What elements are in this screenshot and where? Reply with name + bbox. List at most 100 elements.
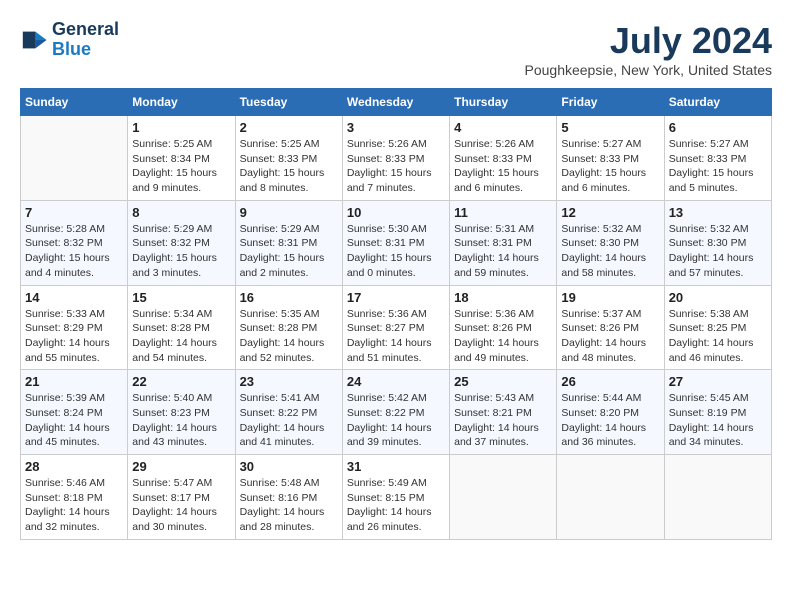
day-info: Sunrise: 5:27 AM Sunset: 8:33 PM Dayligh… (669, 137, 767, 196)
calendar-cell: 16 Sunrise: 5:35 AM Sunset: 8:28 PM Dayli… (235, 285, 342, 370)
day-info: Sunrise: 5:28 AM Sunset: 8:32 PM Dayligh… (25, 222, 123, 281)
calendar-cell: 5 Sunrise: 5:27 AM Sunset: 8:33 PM Daylig… (557, 116, 664, 201)
day-info: Sunrise: 5:49 AM Sunset: 8:15 PM Dayligh… (347, 476, 445, 535)
header-wednesday: Wednesday (342, 89, 449, 116)
calendar-cell: 24 Sunrise: 5:42 AM Sunset: 8:22 PM Dayli… (342, 370, 449, 455)
day-number: 1 (132, 120, 230, 135)
day-number: 24 (347, 374, 445, 389)
day-info: Sunrise: 5:25 AM Sunset: 8:33 PM Dayligh… (240, 137, 338, 196)
day-number: 20 (669, 290, 767, 305)
day-info: Sunrise: 5:39 AM Sunset: 8:24 PM Dayligh… (25, 391, 123, 450)
calendar-cell: 18 Sunrise: 5:36 AM Sunset: 8:26 PM Dayli… (450, 285, 557, 370)
calendar-cell: 26 Sunrise: 5:44 AM Sunset: 8:20 PM Dayli… (557, 370, 664, 455)
calendar-week-5: 28 Sunrise: 5:46 AM Sunset: 8:18 PM Dayli… (21, 455, 772, 540)
calendar-cell: 9Sunrise: 5:29 AM Sunset: 8:31 PM Daylig… (235, 200, 342, 285)
day-number: 21 (25, 374, 123, 389)
day-number: 18 (454, 290, 552, 305)
day-info: Sunrise: 5:43 AM Sunset: 8:21 PM Dayligh… (454, 391, 552, 450)
day-info: Sunrise: 5:36 AM Sunset: 8:27 PM Dayligh… (347, 307, 445, 366)
day-info: Sunrise: 5:26 AM Sunset: 8:33 PM Dayligh… (347, 137, 445, 196)
day-info: Sunrise: 5:29 AM Sunset: 8:31 PM Dayligh… (240, 222, 338, 281)
calendar-cell: 14Sunrise: 5:33 AM Sunset: 8:29 PM Dayli… (21, 285, 128, 370)
logo-blue: Blue (52, 39, 91, 59)
calendar-cell (557, 455, 664, 540)
calendar-cell: 17 Sunrise: 5:36 AM Sunset: 8:27 PM Dayli… (342, 285, 449, 370)
calendar-week-3: 14Sunrise: 5:33 AM Sunset: 8:29 PM Dayli… (21, 285, 772, 370)
day-number: 11 (454, 205, 552, 220)
header-sunday: Sunday (21, 89, 128, 116)
calendar-cell: 10 Sunrise: 5:30 AM Sunset: 8:31 PM Dayli… (342, 200, 449, 285)
calendar-cell: 1Sunrise: 5:25 AM Sunset: 8:34 PM Daylig… (128, 116, 235, 201)
calendar-cell: 23Sunrise: 5:41 AM Sunset: 8:22 PM Dayli… (235, 370, 342, 455)
header-friday: Friday (557, 89, 664, 116)
day-number: 30 (240, 459, 338, 474)
day-number: 7 (25, 205, 123, 220)
day-info: Sunrise: 5:48 AM Sunset: 8:16 PM Dayligh… (240, 476, 338, 535)
day-number: 31 (347, 459, 445, 474)
calendar-cell (450, 455, 557, 540)
day-info: Sunrise: 5:44 AM Sunset: 8:20 PM Dayligh… (561, 391, 659, 450)
day-number: 17 (347, 290, 445, 305)
day-number: 27 (669, 374, 767, 389)
day-info: Sunrise: 5:45 AM Sunset: 8:19 PM Dayligh… (669, 391, 767, 450)
day-info: Sunrise: 5:26 AM Sunset: 8:33 PM Dayligh… (454, 137, 552, 196)
day-number: 29 (132, 459, 230, 474)
day-info: Sunrise: 5:35 AM Sunset: 8:28 PM Dayligh… (240, 307, 338, 366)
calendar-cell: 21 Sunrise: 5:39 AM Sunset: 8:24 PM Dayli… (21, 370, 128, 455)
calendar-cell: 7 Sunrise: 5:28 AM Sunset: 8:32 PM Daylig… (21, 200, 128, 285)
page-header: General Blue July 2024 Poughkeepsie, New… (20, 20, 772, 78)
day-number: 26 (561, 374, 659, 389)
calendar-cell: 11Sunrise: 5:31 AM Sunset: 8:31 PM Dayli… (450, 200, 557, 285)
calendar-header-row: SundayMondayTuesdayWednesdayThursdayFrid… (21, 89, 772, 116)
calendar-week-4: 21 Sunrise: 5:39 AM Sunset: 8:24 PM Dayli… (21, 370, 772, 455)
day-info: Sunrise: 5:38 AM Sunset: 8:25 PM Dayligh… (669, 307, 767, 366)
day-number: 25 (454, 374, 552, 389)
day-number: 5 (561, 120, 659, 135)
day-number: 2 (240, 120, 338, 135)
day-info: Sunrise: 5:34 AM Sunset: 8:28 PM Dayligh… (132, 307, 230, 366)
day-number: 28 (25, 459, 123, 474)
calendar-week-1: 1Sunrise: 5:25 AM Sunset: 8:34 PM Daylig… (21, 116, 772, 201)
day-number: 15 (132, 290, 230, 305)
calendar-cell: 30 Sunrise: 5:48 AM Sunset: 8:16 PM Dayli… (235, 455, 342, 540)
header-thursday: Thursday (450, 89, 557, 116)
day-info: Sunrise: 5:32 AM Sunset: 8:30 PM Dayligh… (669, 222, 767, 281)
calendar-cell: 4 Sunrise: 5:26 AM Sunset: 8:33 PM Daylig… (450, 116, 557, 201)
title-block: July 2024 Poughkeepsie, New York, United… (525, 20, 773, 78)
calendar-cell: 2 Sunrise: 5:25 AM Sunset: 8:33 PM Daylig… (235, 116, 342, 201)
calendar-cell: 28 Sunrise: 5:46 AM Sunset: 8:18 PM Dayli… (21, 455, 128, 540)
day-number: 19 (561, 290, 659, 305)
logo: General Blue (20, 20, 119, 60)
day-info: Sunrise: 5:46 AM Sunset: 8:18 PM Dayligh… (25, 476, 123, 535)
day-number: 10 (347, 205, 445, 220)
day-number: 8 (132, 205, 230, 220)
day-info: Sunrise: 5:42 AM Sunset: 8:22 PM Dayligh… (347, 391, 445, 450)
day-number: 14 (25, 290, 123, 305)
day-info: Sunrise: 5:29 AM Sunset: 8:32 PM Dayligh… (132, 222, 230, 281)
calendar-cell (21, 116, 128, 201)
logo-icon (20, 26, 48, 54)
day-info: Sunrise: 5:40 AM Sunset: 8:23 PM Dayligh… (132, 391, 230, 450)
day-info: Sunrise: 5:32 AM Sunset: 8:30 PM Dayligh… (561, 222, 659, 281)
calendar-cell: 31 Sunrise: 5:49 AM Sunset: 8:15 PM Dayli… (342, 455, 449, 540)
logo-text: General Blue (52, 20, 119, 60)
day-number: 3 (347, 120, 445, 135)
calendar-cell: 3 Sunrise: 5:26 AM Sunset: 8:33 PM Daylig… (342, 116, 449, 201)
calendar-cell: 19 Sunrise: 5:37 AM Sunset: 8:26 PM Dayli… (557, 285, 664, 370)
day-info: Sunrise: 5:36 AM Sunset: 8:26 PM Dayligh… (454, 307, 552, 366)
calendar-cell: 27 Sunrise: 5:45 AM Sunset: 8:19 PM Dayli… (664, 370, 771, 455)
logo-general: General (52, 19, 119, 39)
calendar-week-2: 7 Sunrise: 5:28 AM Sunset: 8:32 PM Daylig… (21, 200, 772, 285)
header-saturday: Saturday (664, 89, 771, 116)
day-info: Sunrise: 5:30 AM Sunset: 8:31 PM Dayligh… (347, 222, 445, 281)
day-info: Sunrise: 5:27 AM Sunset: 8:33 PM Dayligh… (561, 137, 659, 196)
day-info: Sunrise: 5:47 AM Sunset: 8:17 PM Dayligh… (132, 476, 230, 535)
location-subtitle: Poughkeepsie, New York, United States (525, 62, 773, 78)
day-number: 4 (454, 120, 552, 135)
header-tuesday: Tuesday (235, 89, 342, 116)
day-number: 16 (240, 290, 338, 305)
calendar-cell (664, 455, 771, 540)
calendar-cell: 25 Sunrise: 5:43 AM Sunset: 8:21 PM Dayli… (450, 370, 557, 455)
day-info: Sunrise: 5:37 AM Sunset: 8:26 PM Dayligh… (561, 307, 659, 366)
day-number: 12 (561, 205, 659, 220)
